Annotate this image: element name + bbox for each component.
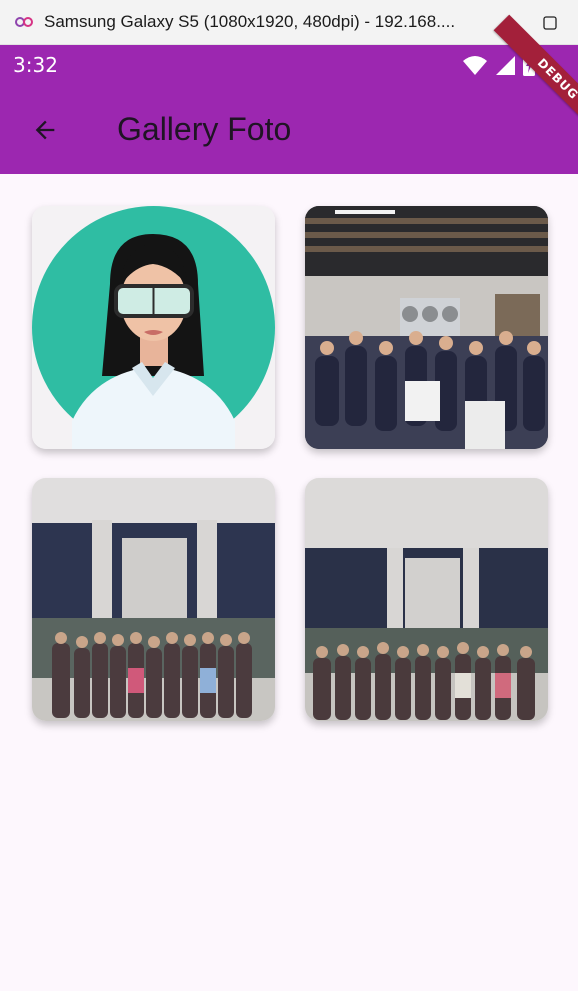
- gallery-item-building-photo-1[interactable]: [32, 478, 275, 721]
- gallery-item-restaurant-photo[interactable]: [305, 206, 548, 449]
- emulator-titlebar: Samsung Galaxy S5 (1080x1920, 480dpi) - …: [0, 0, 578, 45]
- status-bar: 3:32: [0, 45, 578, 85]
- group-photo-building-1: [32, 478, 275, 721]
- group-photo-restaurant: [305, 206, 548, 449]
- wifi-icon: [463, 56, 487, 75]
- gallery-item-avatar[interactable]: [32, 206, 275, 449]
- avatar-illustration: [32, 206, 275, 449]
- emulator-logo-icon: [14, 12, 34, 32]
- status-time: 3:32: [13, 53, 58, 77]
- signal-icon: [496, 56, 515, 75]
- gallery-grid: [0, 174, 578, 991]
- back-button[interactable]: [22, 107, 68, 153]
- window-title: Samsung Galaxy S5 (1080x1920, 480dpi) - …: [44, 12, 456, 31]
- group-photo-building-2: [305, 478, 548, 721]
- arrow-back-icon: [35, 120, 55, 140]
- app-bar: Gallery Foto: [0, 85, 578, 174]
- page-title: Gallery Foto: [117, 111, 292, 147]
- gallery-item-building-photo-2[interactable]: [305, 478, 548, 721]
- maximize-icon[interactable]: [530, 0, 570, 45]
